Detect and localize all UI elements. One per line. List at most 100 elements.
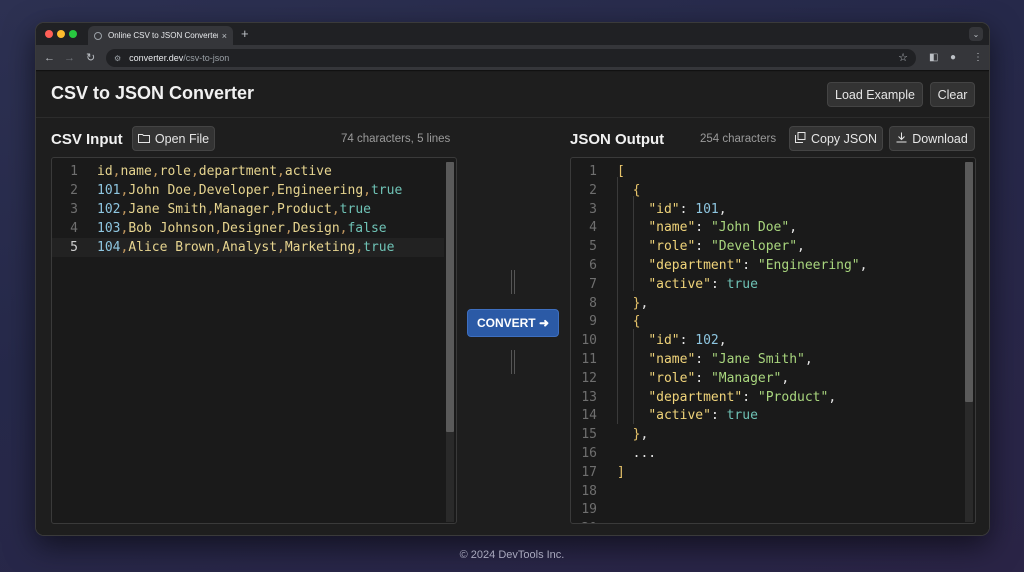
address-bar[interactable]: ⚙ converter.dev /csv-to-json ☆	[106, 49, 916, 67]
csv-line-text: 103,Bob Johnson,Designer,Design,false	[97, 221, 387, 236]
json-line-text: "name": "John Doe",	[648, 220, 798, 236]
new-tab-button[interactable]: +	[241, 26, 249, 42]
json-line: 7 "active": true	[571, 275, 963, 294]
load-example-button[interactable]: Load Example	[827, 82, 923, 107]
json-scrollbar-thumb[interactable]	[965, 162, 973, 402]
json-line: 19	[571, 500, 963, 519]
page-title: CSV to JSON Converter	[51, 83, 255, 103]
line-number: 6	[589, 258, 597, 273]
json-line-text: {	[632, 182, 641, 198]
download-icon	[896, 132, 907, 146]
csv-scrollbar-thumb[interactable]	[446, 162, 454, 432]
json-line-text: {	[632, 314, 641, 330]
json-line: 9 {	[571, 312, 963, 331]
maximize-window-button[interactable]	[69, 30, 77, 38]
divider-grip-top	[511, 270, 512, 294]
json-line: 15 },	[571, 425, 963, 444]
copy-json-label: Copy JSON	[811, 131, 877, 146]
json-line-text: [	[617, 164, 625, 179]
json-line-text: "id": 101,	[648, 201, 727, 217]
csv-input-editor[interactable]: 1 id,name,role,department,active 2 101,John…	[51, 157, 457, 524]
json-line: 5 "role": "Developer",	[571, 237, 963, 256]
open-file-label: Open File	[154, 131, 210, 146]
csv-scrollbar[interactable]	[446, 162, 454, 522]
json-line-text: "department": "Product",	[648, 389, 837, 405]
line-number: 4	[70, 221, 78, 236]
line-number: 1	[589, 164, 597, 179]
url-path: /csv-to-json	[183, 53, 230, 63]
json-output-title: JSON Output	[570, 131, 665, 148]
json-line: 4 "name": "John Doe",	[571, 218, 963, 237]
globe-icon	[94, 31, 102, 40]
tab-search-button[interactable]: ⌄	[969, 27, 983, 41]
app-root: CSV to JSON Converter Load Example Clear…	[36, 72, 989, 535]
browser-tab[interactable]: Online CSV to JSON Converter ×	[88, 26, 233, 45]
csv-line-text: 102,Jane Smith,Manager,Product,true	[97, 202, 371, 217]
line-number: 1	[70, 164, 78, 179]
json-scrollbar[interactable]	[965, 162, 973, 522]
json-line-text: "role": "Developer",	[648, 239, 805, 255]
line-number: 16	[581, 446, 597, 461]
line-number: 3	[589, 201, 597, 217]
forward-arrow-icon[interactable]: →	[64, 51, 75, 65]
json-line: 13 "department": "Product",	[571, 388, 963, 407]
json-line: 8 },	[571, 294, 963, 313]
output-char-count: 254 characters	[700, 133, 777, 145]
json-line: 16 ...	[571, 444, 963, 463]
json-line-text: "role": "Manager",	[648, 370, 790, 386]
json-line-text: ]	[617, 464, 625, 480]
json-line-text: "active": true	[648, 276, 758, 292]
csv-input-title: CSV Input	[51, 131, 123, 148]
close-window-button[interactable]	[45, 30, 53, 38]
footer-copyright: © 2024 DevTools Inc.	[459, 549, 565, 561]
menu-kebab-icon[interactable]: ⋮	[973, 51, 983, 65]
convert-button[interactable]: CONVERT ➜	[467, 309, 559, 337]
json-output-editor[interactable]: 1[2 {3 "id": 101, 4 "name": "John Doe", 5 …	[570, 157, 976, 524]
site-info-icon[interactable]: ⚙	[114, 54, 121, 63]
download-button[interactable]: Download	[889, 126, 975, 151]
line-number: 18	[581, 483, 597, 499]
json-line-text: "active": true	[648, 408, 758, 424]
minimize-window-button[interactable]	[57, 30, 65, 38]
json-line-text: ...	[632, 446, 657, 461]
line-number: 15	[581, 427, 597, 443]
line-number: 3	[70, 202, 78, 217]
csv-line-text: id,name,role,department,active	[97, 164, 332, 179]
line-number: 9	[589, 314, 597, 330]
line-number: 8	[589, 295, 597, 311]
json-line: 6 "department": "Engineering",	[571, 256, 963, 275]
app-header: CSV to JSON Converter Load Example Clear	[36, 72, 989, 118]
copy-json-button[interactable]: Copy JSON	[789, 126, 883, 151]
divider-grip-bottom	[511, 350, 512, 374]
json-line: 17]	[571, 463, 963, 482]
profile-icon[interactable]: ●	[950, 51, 956, 65]
csv-line: 1 id,name,role,department,active	[52, 162, 444, 181]
clear-button[interactable]: Clear	[930, 82, 975, 107]
reload-icon[interactable]: ↻	[86, 51, 95, 65]
line-number: 20	[571, 519, 597, 523]
tab-close-button[interactable]: ×	[222, 31, 227, 41]
json-line: 12 "role": "Manager",	[571, 369, 963, 388]
line-number: 4	[589, 220, 597, 236]
browser-window: Online CSV to JSON Converter × + ⌄ ← → ↻…	[35, 22, 990, 536]
json-line: 1[	[571, 162, 963, 181]
line-number: 10	[581, 333, 597, 349]
bookmark-star-icon[interactable]: ☆	[898, 51, 908, 64]
open-file-button[interactable]: Open File	[132, 126, 215, 151]
url-domain: converter.dev	[129, 53, 184, 63]
csv-line: 4 103,Bob Johnson,Designer,Design,false	[52, 219, 444, 238]
line-number: 2	[589, 182, 597, 198]
download-label: Download	[912, 131, 968, 146]
csv-line: 5 104,Alice Brown,Analyst,Marketing,true	[52, 238, 444, 257]
back-arrow-icon[interactable]: ←	[44, 51, 55, 65]
line-number: 12	[581, 370, 597, 386]
folder-icon	[137, 132, 150, 146]
json-line-text: },	[632, 427, 649, 443]
divider-grip-bottom	[514, 350, 515, 374]
json-line: 3 "id": 101,	[571, 200, 963, 219]
json-line: 11 "name": "Jane Smith",	[571, 350, 963, 369]
sidebar-icon[interactable]: ◧	[929, 51, 938, 65]
line-number: 2	[70, 183, 78, 198]
json-line-text: "id": 102,	[648, 333, 727, 349]
divider-grip-top	[514, 270, 515, 294]
